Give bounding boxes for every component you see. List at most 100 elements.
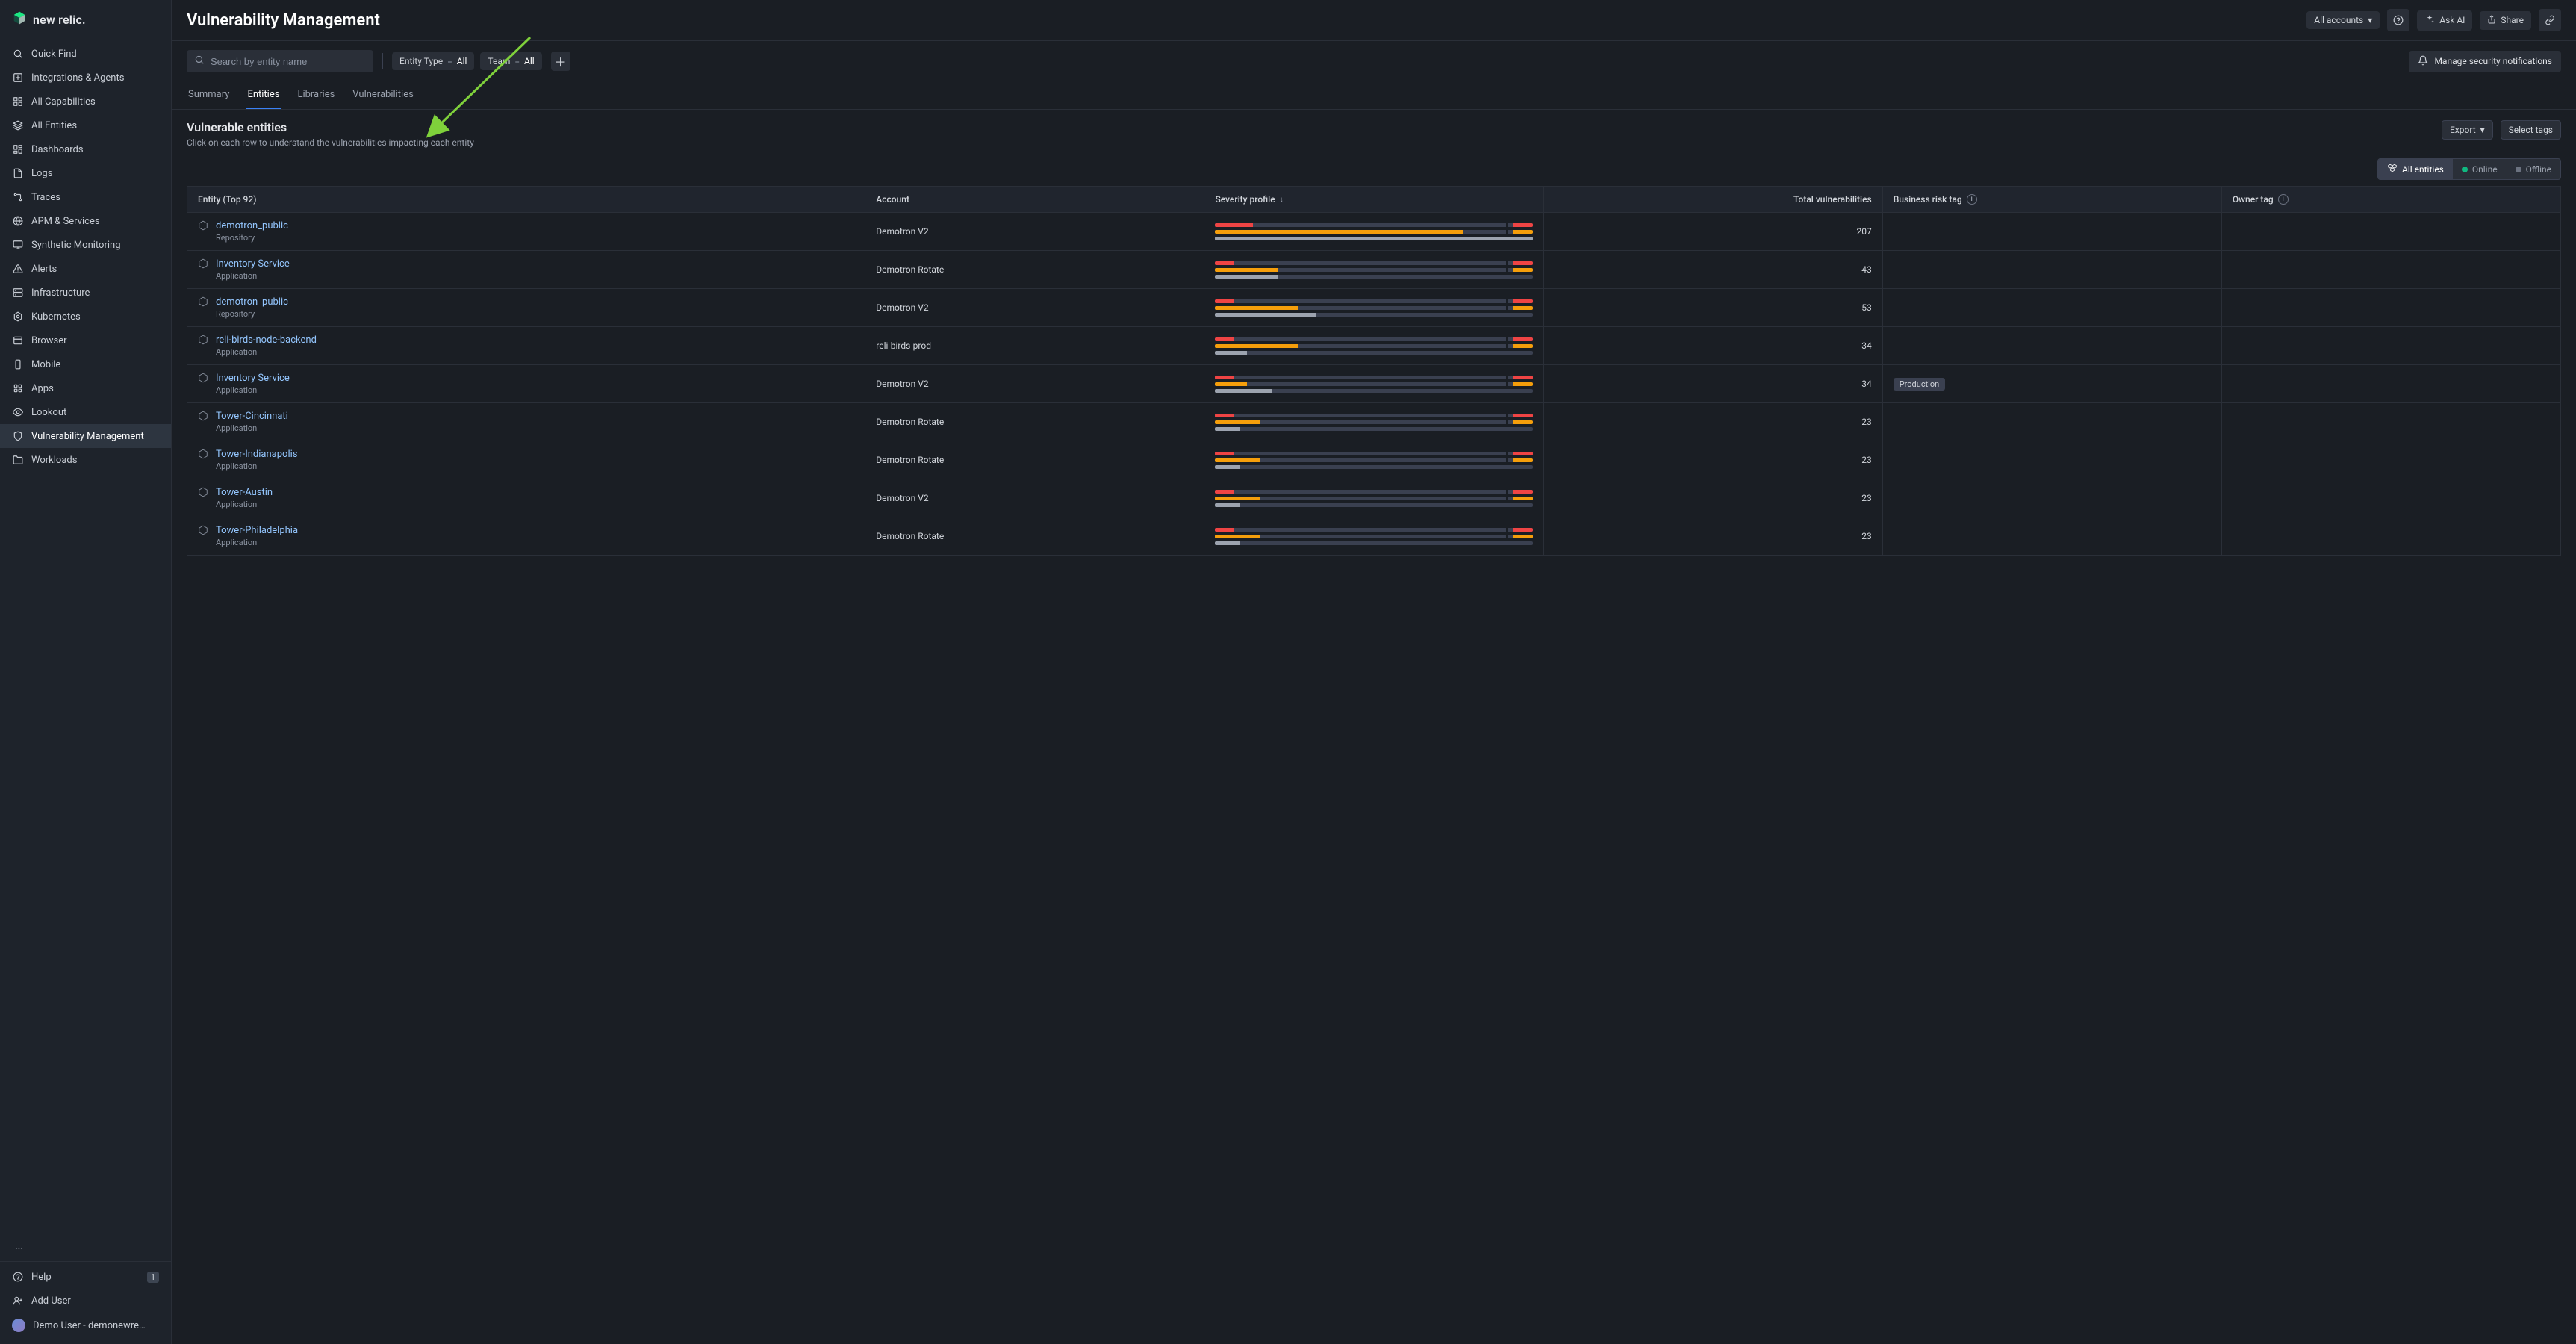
sidebar-item-traces[interactable]: Traces bbox=[0, 185, 171, 209]
table-row[interactable]: Tower-Cincinnati Application Demotron Ro… bbox=[187, 403, 2561, 441]
severity-bars bbox=[1215, 299, 1532, 317]
share-button[interactable]: Share bbox=[2480, 11, 2531, 30]
total-cell: 53 bbox=[1543, 289, 1882, 327]
sidebar-item-apm-services[interactable]: APM & Services bbox=[0, 209, 171, 233]
owner-cell bbox=[2221, 479, 2560, 517]
select-tags-label: Select tags bbox=[2509, 125, 2553, 135]
nav-more[interactable]: ··· bbox=[0, 1237, 171, 1261]
total-cell: 207 bbox=[1543, 213, 1882, 251]
add-filter-button[interactable]: ＋ bbox=[551, 52, 570, 71]
sidebar-item-dashboards[interactable]: Dashboards bbox=[0, 137, 171, 161]
account-cell: Demotron V2 bbox=[865, 479, 1204, 517]
sidebar-bottom: Help 1 Add User Demo User - demonewre… bbox=[0, 1261, 171, 1344]
sidebar-item-apps[interactable]: Apps bbox=[0, 376, 171, 400]
table-row[interactable]: Tower-Philadelphia Application Demotron … bbox=[187, 517, 2561, 556]
copy-link-button[interactable] bbox=[2539, 9, 2561, 31]
search-input[interactable] bbox=[211, 56, 366, 67]
col-owner[interactable]: Owner tag i bbox=[2221, 187, 2560, 213]
entity-cell[interactable]: Tower-Indianapolis Application bbox=[198, 449, 854, 471]
tab-summary[interactable]: Summary bbox=[187, 81, 231, 109]
col-biz[interactable]: Business risk tag i bbox=[1882, 187, 2221, 213]
segment-offline[interactable]: Offline bbox=[2507, 159, 2560, 179]
table-row[interactable]: Inventory Service Application Demotron V… bbox=[187, 365, 2561, 403]
account-cell: Demotron Rotate bbox=[865, 403, 1204, 441]
tab-libraries[interactable]: Libraries bbox=[296, 81, 336, 109]
biz-cell: Production bbox=[1882, 365, 2221, 403]
table-row[interactable]: demotron_public Repository Demotron V2 5… bbox=[187, 289, 2561, 327]
plus-box-icon bbox=[12, 72, 24, 84]
table-row[interactable]: reli-birds-node-backend Application reli… bbox=[187, 327, 2561, 365]
table-row[interactable]: Inventory Service Application Demotron R… bbox=[187, 251, 2561, 289]
col-account[interactable]: Account bbox=[865, 187, 1204, 213]
filter-chip-team[interactable]: Team=All bbox=[480, 52, 541, 70]
entity-name: Inventory Service bbox=[216, 373, 290, 384]
severity-bars bbox=[1215, 261, 1532, 279]
owner-cell bbox=[2221, 517, 2560, 556]
entity-cell[interactable]: reli-birds-node-backend Application bbox=[198, 335, 854, 357]
table-row[interactable]: Tower-Indianapolis Application Demotron … bbox=[187, 441, 2561, 479]
business-risk-tag: Production bbox=[1894, 378, 1945, 391]
total-cell: 43 bbox=[1543, 251, 1882, 289]
col-severity[interactable]: Severity profile ↓ bbox=[1204, 187, 1543, 213]
segment-all-entities[interactable]: All entities bbox=[2378, 159, 2453, 179]
sidebar-item-all-capabilities[interactable]: All Capabilities bbox=[0, 90, 171, 113]
entity-name: demotron_public bbox=[216, 220, 288, 231]
table-row[interactable]: Tower-Austin Application Demotron V2 23 bbox=[187, 479, 2561, 517]
segment-online[interactable]: Online bbox=[2453, 159, 2507, 179]
section-title: Vulnerable entities bbox=[187, 120, 474, 134]
sidebar-item-synthetic-monitoring[interactable]: Synthetic Monitoring bbox=[0, 233, 171, 257]
account-cell: Demotron V2 bbox=[865, 365, 1204, 403]
entity-cell[interactable]: Inventory Service Application bbox=[198, 258, 854, 281]
manage-notifications-button[interactable]: Manage security notifications bbox=[2409, 51, 2561, 72]
entity-cell[interactable]: Tower-Cincinnati Application bbox=[198, 411, 854, 433]
brand-logo[interactable]: new relic. bbox=[0, 0, 171, 39]
brand-text: new relic. bbox=[33, 13, 86, 27]
sidebar-item-browser[interactable]: Browser bbox=[0, 329, 171, 352]
entity-search[interactable] bbox=[187, 50, 373, 72]
sidebar-item-logs[interactable]: Logs bbox=[0, 161, 171, 185]
window-icon bbox=[12, 335, 24, 346]
table-row[interactable]: demotron_public Repository Demotron V2 2… bbox=[187, 213, 2561, 251]
entity-cell[interactable]: Inventory Service Application bbox=[198, 373, 854, 395]
filter-separator bbox=[382, 53, 383, 69]
entity-name: Inventory Service bbox=[216, 258, 290, 270]
sidebar-item-quick-find[interactable]: Quick Find bbox=[0, 42, 171, 66]
help-button[interactable] bbox=[2387, 9, 2409, 31]
col-entity[interactable]: Entity (Top 92) bbox=[187, 187, 865, 213]
tab-vulnerabilities[interactable]: Vulnerabilities bbox=[351, 81, 415, 109]
sidebar-item-mobile[interactable]: Mobile bbox=[0, 352, 171, 376]
col-total[interactable]: Total vulnerabilities bbox=[1543, 187, 1882, 213]
add-user-link[interactable]: Add User bbox=[0, 1289, 171, 1313]
entity-hex-icon bbox=[198, 335, 208, 345]
entity-hex-icon bbox=[198, 373, 208, 383]
filter-chip-entity-type[interactable]: Entity Type=All bbox=[392, 52, 474, 70]
sidebar-item-integrations-agents[interactable]: Integrations & Agents bbox=[0, 66, 171, 90]
current-user[interactable]: Demo User - demonewre… bbox=[0, 1313, 171, 1338]
entity-cell[interactable]: Tower-Philadelphia Application bbox=[198, 525, 854, 547]
entity-cell[interactable]: demotron_public Repository bbox=[198, 296, 854, 319]
export-button[interactable]: Export ▾ bbox=[2442, 120, 2493, 140]
account-picker[interactable]: All accounts ▾ bbox=[2306, 11, 2380, 29]
ask-ai-button[interactable]: Ask AI bbox=[2417, 10, 2472, 31]
total-cell: 23 bbox=[1543, 517, 1882, 556]
severity-cell bbox=[1204, 403, 1543, 441]
biz-cell bbox=[1882, 403, 2221, 441]
entity-hex-icon bbox=[198, 411, 208, 421]
topbar: Vulnerability Management All accounts ▾ … bbox=[172, 0, 2576, 41]
select-tags-button[interactable]: Select tags bbox=[2501, 120, 2561, 140]
primary-nav: Quick FindIntegrations & AgentsAll Capab… bbox=[0, 39, 171, 1237]
entity-cell[interactable]: Tower-Austin Application bbox=[198, 487, 854, 509]
sidebar-item-vulnerability-management[interactable]: Vulnerability Management bbox=[0, 424, 171, 448]
entity-subtype: Application bbox=[216, 461, 297, 471]
eye-icon bbox=[12, 406, 24, 418]
sidebar-item-lookout[interactable]: Lookout bbox=[0, 400, 171, 424]
sidebar-item-alerts[interactable]: Alerts bbox=[0, 257, 171, 281]
sidebar-item-workloads[interactable]: Workloads bbox=[0, 448, 171, 472]
sidebar-item-all-entities[interactable]: All Entities bbox=[0, 113, 171, 137]
help-link[interactable]: Help 1 bbox=[0, 1265, 171, 1289]
sidebar-item-infrastructure[interactable]: Infrastructure bbox=[0, 281, 171, 305]
tab-entities[interactable]: Entities bbox=[246, 81, 281, 109]
sidebar-item-kubernetes[interactable]: Kubernetes bbox=[0, 305, 171, 329]
help-badge: 1 bbox=[147, 1272, 159, 1283]
entity-cell[interactable]: demotron_public Repository bbox=[198, 220, 854, 243]
